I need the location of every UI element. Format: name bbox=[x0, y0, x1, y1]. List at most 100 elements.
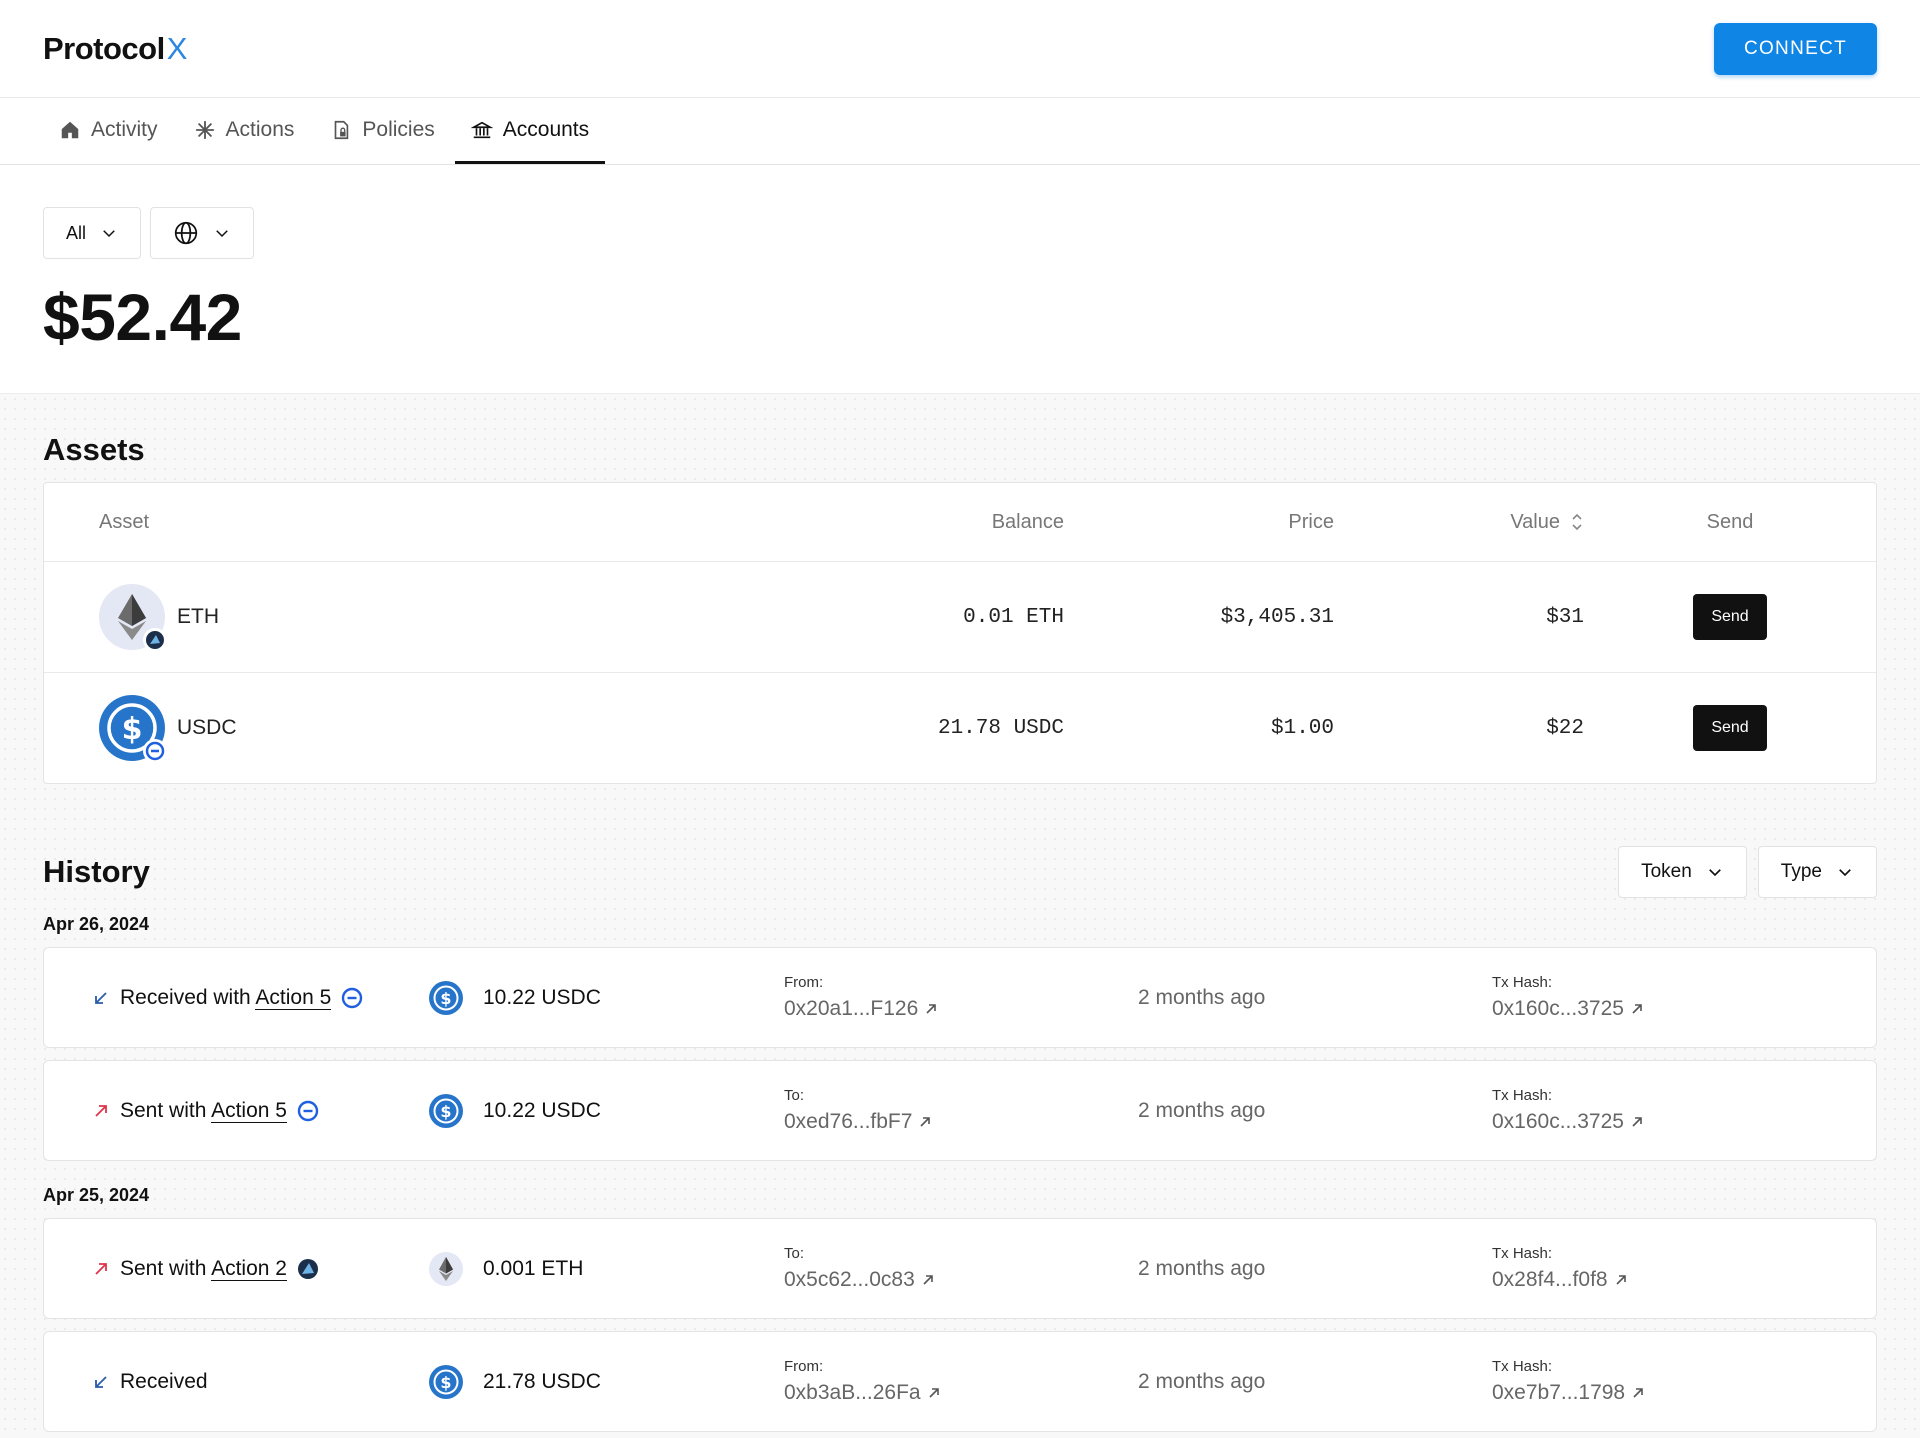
external-link-icon bbox=[1632, 1117, 1642, 1127]
tx-hash-link[interactable]: 0x28f4...f0f8 bbox=[1492, 1268, 1876, 1292]
address-label: To: bbox=[784, 1245, 805, 1262]
asset-name: USDC bbox=[177, 716, 237, 739]
connect-button[interactable]: CONNECT bbox=[1713, 22, 1877, 75]
history-type-text: Sent with bbox=[120, 1098, 212, 1122]
column-header-value[interactable]: Value bbox=[1334, 511, 1584, 534]
usdc-icon: $ bbox=[429, 1364, 463, 1399]
history-header: History Token Type bbox=[43, 846, 1877, 898]
external-link-icon bbox=[1633, 1388, 1643, 1398]
type-filter-label: Type bbox=[1780, 861, 1822, 882]
action-link[interactable]: Action 2 bbox=[211, 1256, 287, 1281]
address-link[interactable]: 0x5c62...0c83 bbox=[784, 1268, 1138, 1292]
asset-price: $1.00 bbox=[1270, 716, 1334, 740]
history-amount: 21.78 USDC bbox=[483, 1369, 601, 1393]
address-label: From: bbox=[784, 1358, 824, 1375]
main-tabs: Activity Actions Policies Accounts bbox=[0, 98, 1920, 165]
asset-value: $22 bbox=[1546, 716, 1584, 740]
arrow-down-left-icon bbox=[95, 991, 107, 1004]
tx-hash-label: Tx Hash: bbox=[1492, 1087, 1553, 1104]
globe-icon bbox=[174, 221, 198, 245]
scope-filter-dropdown[interactable]: All bbox=[43, 207, 142, 259]
tx-hash-label: Tx Hash: bbox=[1492, 974, 1553, 991]
address-link[interactable]: 0xb3aB...26Fa bbox=[784, 1381, 1138, 1405]
svg-text:$: $ bbox=[440, 1373, 451, 1392]
document-lock-icon bbox=[335, 120, 349, 139]
svg-text:$: $ bbox=[122, 712, 143, 747]
history-type-text: Received with bbox=[120, 985, 256, 1009]
history-time: 2 months ago bbox=[1138, 1098, 1266, 1122]
asset-name: ETH bbox=[177, 605, 219, 628]
action-badge-icon bbox=[342, 987, 363, 1008]
address-link[interactable]: 0xed76...fbF7 bbox=[784, 1110, 1138, 1134]
logo[interactable]: ProtocolX bbox=[43, 31, 187, 67]
external-link-icon bbox=[929, 1388, 939, 1398]
tab-activity[interactable]: Activity bbox=[43, 98, 174, 164]
send-usdc-button[interactable]: Send bbox=[1693, 705, 1767, 751]
address-label: To: bbox=[784, 1087, 805, 1104]
home-icon bbox=[61, 121, 79, 138]
external-link-icon bbox=[920, 1117, 931, 1127]
column-header-balance: Balance bbox=[991, 510, 1064, 533]
history-amount: 10.22 USDC bbox=[483, 985, 601, 1009]
column-header-asset: Asset bbox=[99, 510, 150, 533]
usdc-icon: $ bbox=[429, 980, 463, 1015]
total-balance: $52.42 bbox=[43, 280, 242, 354]
table-row: ETH 0.01 ETH $3,405.31 $31 Send bbox=[44, 561, 1876, 672]
arrow-down-left-icon bbox=[95, 1375, 107, 1388]
history-amount: 10.22 USDC bbox=[483, 1098, 601, 1122]
history-item[interactable]: Sent with Action 2 0.001 ETH To: 0x5c62.… bbox=[43, 1218, 1877, 1319]
history-date-label: Apr 25, 2024 bbox=[43, 1185, 150, 1205]
main-content: Assets Asset Balance Price Value Send ET… bbox=[0, 393, 1920, 1438]
eth-icon bbox=[429, 1251, 463, 1286]
balance-summary: All $52.42 bbox=[0, 165, 1920, 424]
history-amount: 0.001 ETH bbox=[483, 1256, 584, 1280]
logo-text: Protocol bbox=[43, 30, 165, 66]
type-filter-dropdown[interactable]: Type bbox=[1757, 846, 1877, 898]
chevron-down-icon bbox=[1839, 869, 1851, 877]
external-link-icon bbox=[926, 1004, 937, 1014]
tx-hash-link[interactable]: 0x160c...3725 bbox=[1492, 997, 1876, 1021]
tx-hash-link[interactable]: 0x160c...3725 bbox=[1492, 1110, 1876, 1134]
scope-filter-label: All bbox=[66, 222, 87, 243]
asset-balance: 0.01 ETH bbox=[963, 605, 1064, 629]
action-link[interactable]: Action 5 bbox=[211, 1098, 287, 1123]
tab-label: Accounts bbox=[502, 117, 590, 141]
svg-text:$: $ bbox=[440, 1102, 451, 1121]
action-badge-icon bbox=[143, 628, 167, 652]
tx-hash-text: 0xe7b7...1798 bbox=[1492, 1381, 1626, 1404]
usdc-icon: $ bbox=[99, 695, 167, 763]
history-item[interactable]: Received $ 21.78 USDC From: 0xb3aB...26F… bbox=[43, 1331, 1877, 1432]
tx-hash-link[interactable]: 0xe7b7...1798 bbox=[1492, 1381, 1876, 1405]
assets-table: Asset Balance Price Value Send ETH 0.01 … bbox=[43, 482, 1877, 784]
tab-policies[interactable]: Policies bbox=[314, 98, 450, 164]
address-text: 0xb3aB...26Fa bbox=[784, 1381, 921, 1404]
address-link[interactable]: 0x20a1...F126 bbox=[784, 997, 1138, 1021]
chevron-down-icon bbox=[1708, 869, 1721, 877]
tab-accounts[interactable]: Accounts bbox=[454, 98, 606, 164]
assets-table-header: Asset Balance Price Value Send bbox=[44, 483, 1876, 561]
column-header-send: Send bbox=[1706, 510, 1754, 533]
asset-value: $31 bbox=[1546, 605, 1584, 629]
history-item[interactable]: Sent with Action 5 $ 10.22 USDC To: 0xed… bbox=[43, 1060, 1877, 1161]
send-eth-button[interactable]: Send bbox=[1693, 594, 1767, 640]
sort-icon bbox=[1572, 513, 1582, 531]
address-text: 0xed76...fbF7 bbox=[784, 1110, 913, 1133]
token-filter-dropdown[interactable]: Token bbox=[1618, 846, 1747, 898]
tab-actions[interactable]: Actions bbox=[178, 98, 311, 164]
history-time: 2 months ago bbox=[1138, 1369, 1266, 1393]
tx-hash-label: Tx Hash: bbox=[1492, 1358, 1553, 1375]
asset-balance: 21.78 USDC bbox=[937, 716, 1064, 740]
action-badge-icon bbox=[143, 739, 167, 763]
svg-text:$: $ bbox=[440, 989, 451, 1008]
network-filter-dropdown[interactable] bbox=[150, 207, 255, 259]
app-header: ProtocolX CONNECT bbox=[0, 0, 1920, 98]
external-link-icon bbox=[1616, 1275, 1626, 1285]
history-item[interactable]: Received with Action 5 $ 10.22 USDC From… bbox=[43, 947, 1877, 1048]
address-label: From: bbox=[784, 974, 824, 991]
chevron-down-icon bbox=[103, 230, 115, 238]
column-header-price: Price bbox=[1288, 510, 1334, 533]
action-link[interactable]: Action 5 bbox=[255, 985, 332, 1010]
address-text: 0x5c62...0c83 bbox=[784, 1268, 915, 1291]
tx-hash-text: 0x160c...3725 bbox=[1492, 997, 1624, 1020]
tab-label: Policies bbox=[362, 117, 435, 141]
